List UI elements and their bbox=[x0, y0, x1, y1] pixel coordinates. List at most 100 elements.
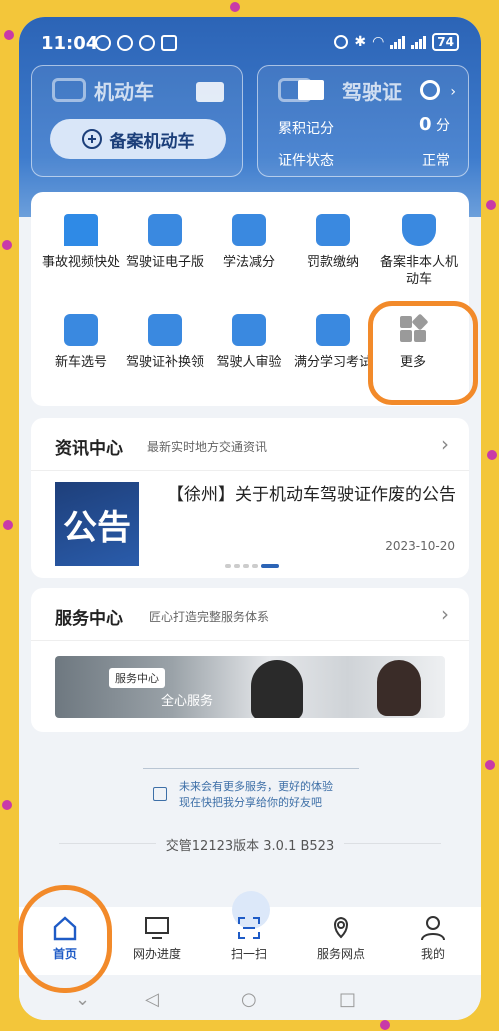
grid-label: 新车选号 bbox=[54, 355, 107, 370]
speed-icon bbox=[117, 35, 133, 51]
services-grid: 事故视频快处 驾驶证电子版 学法减分 罚款缴纳 备案非本人机动车 新车选号 驾驶… bbox=[31, 192, 469, 406]
status-value: 正常 bbox=[422, 153, 450, 169]
decor-dot bbox=[485, 760, 495, 770]
tab-mine[interactable]: 我的 bbox=[387, 915, 479, 962]
grid-item-new-plate[interactable]: 新车选号 bbox=[39, 314, 123, 371]
signal-icon bbox=[411, 35, 427, 49]
banner-text: 全心服务 bbox=[161, 694, 214, 709]
news-center-title: 资讯中心 bbox=[55, 439, 123, 459]
back-icon[interactable]: ◁ bbox=[145, 989, 159, 1010]
decor-dot bbox=[380, 1020, 390, 1030]
license-card[interactable]: 驾驶证 › 累积记分 0 分 证件状态 正常 bbox=[257, 65, 469, 177]
grid-label: 学法减分 bbox=[222, 255, 275, 270]
service-center-card: 服务中心 匠心打造完整服务体系 › 服务中心 全心服务 bbox=[31, 588, 469, 732]
grid-item-full-score-study[interactable]: 满分学习考试 bbox=[291, 314, 375, 371]
notice-thumbnail[interactable]: 公告 bbox=[55, 482, 139, 566]
tab-label: 首页 bbox=[52, 947, 77, 961]
plus-circle-icon bbox=[81, 129, 102, 149]
decor-dot bbox=[2, 240, 12, 250]
user-icon bbox=[419, 915, 447, 941]
grid-label: 驾驶证电子版 bbox=[125, 255, 204, 270]
points-value: 0 bbox=[419, 114, 432, 135]
divider bbox=[31, 470, 469, 471]
grid-item-fine-payment[interactable]: 罚款缴纳 bbox=[291, 214, 375, 271]
phone-screen: 11:04 ✱ ◠ 74 机动车 备案机动车 驾驶证 › 累积记分 0 分 证件… bbox=[19, 17, 481, 1020]
bottom-tab-bar: 首页 网办进度 扫一扫 服务网点 我的 bbox=[19, 891, 481, 975]
bluetooth-icon: ✱ bbox=[354, 34, 367, 50]
vehicle-card[interactable]: 机动车 备案机动车 bbox=[31, 65, 243, 177]
status-right-icons: ✱ ◠ 74 bbox=[334, 33, 459, 51]
search-icon[interactable] bbox=[420, 80, 440, 100]
service-more-chevron-icon[interactable]: › bbox=[441, 602, 449, 626]
footer-note-line: 现在快把我分享给你的好友吧 bbox=[179, 796, 322, 809]
agent-photo bbox=[377, 660, 421, 716]
news-center-subtitle: 最新实时地方交通资讯 bbox=[147, 440, 268, 454]
divider bbox=[31, 640, 469, 641]
siren-icon bbox=[64, 214, 98, 246]
chevron-right-icon: › bbox=[450, 84, 456, 100]
receipt-icon bbox=[316, 214, 350, 246]
tab-service-points[interactable]: 服务网点 bbox=[295, 915, 387, 962]
wifi-icon: ◠ bbox=[372, 34, 385, 50]
grid-label: 更多 bbox=[399, 355, 426, 370]
carousel-pager bbox=[225, 564, 279, 568]
tab-home[interactable]: 首页 bbox=[19, 915, 111, 962]
license-card-title: 驾驶证 bbox=[342, 80, 402, 104]
book-icon bbox=[232, 214, 266, 246]
news-headline[interactable]: 【徐州】关于机动车驾驶证作废的公告 bbox=[167, 484, 457, 507]
grid-item-e-license[interactable]: 驾驶证电子版 bbox=[123, 214, 207, 271]
recents-icon[interactable]: □ bbox=[339, 989, 356, 1010]
eye-icon bbox=[139, 35, 155, 51]
news-center-card: 资讯中心 最新实时地方交通资讯 › 公告 【徐州】关于机动车驾驶证作废的公告 2… bbox=[31, 418, 469, 578]
agent-photo bbox=[251, 660, 303, 718]
home-icon bbox=[51, 915, 79, 941]
service-center-subtitle: 匠心打造完整服务体系 bbox=[149, 610, 270, 624]
register-vehicle-label: 备案机动车 bbox=[109, 131, 195, 152]
decor-dot bbox=[3, 520, 13, 530]
envelope-icon bbox=[298, 80, 324, 100]
tab-progress[interactable]: 网办进度 bbox=[111, 915, 203, 962]
register-vehicle-button[interactable]: 备案机动车 bbox=[50, 119, 226, 159]
grid-item-study-reduce[interactable]: 学法减分 bbox=[207, 214, 291, 271]
share-icon[interactable] bbox=[153, 787, 167, 801]
e-license-icon bbox=[148, 214, 182, 246]
alarm-icon bbox=[334, 35, 349, 49]
scan-icon bbox=[235, 915, 263, 941]
grid-item-more[interactable]: 更多 bbox=[371, 313, 455, 371]
footer-note-line: 未来会有更多服务，更好的体验 bbox=[179, 780, 333, 793]
signal-icon bbox=[390, 35, 406, 49]
status-label: 证件状态 bbox=[278, 153, 334, 169]
grid-item-license-renew[interactable]: 驾驶证补换领 bbox=[123, 314, 207, 371]
news-date: 2023-10-20 bbox=[385, 539, 455, 553]
grid-label: 驾驶人审验 bbox=[216, 355, 282, 370]
nfc-icon bbox=[161, 35, 177, 51]
tab-label: 服务网点 bbox=[316, 947, 365, 961]
status-time: 11:04 bbox=[41, 33, 99, 54]
grid-label: 驾驶证补换领 bbox=[125, 355, 204, 370]
grid-item-accident-video[interactable]: 事故视频快处 bbox=[39, 214, 123, 271]
system-nav-bar: ⌄ ◁ ○ □ bbox=[19, 975, 481, 1020]
decor-dot bbox=[2, 800, 12, 810]
decor-dot bbox=[4, 30, 14, 40]
home-circle-icon[interactable]: ○ bbox=[241, 989, 257, 1010]
license-renew-icon bbox=[148, 314, 182, 346]
car-icon bbox=[52, 78, 86, 102]
footer-note: 未来会有更多服务，更好的体验 现在快把我分享给你的好友吧 bbox=[179, 779, 333, 811]
status-bar: 11:04 ✱ ◠ 74 bbox=[19, 17, 481, 61]
decor-dot bbox=[486, 200, 496, 210]
tab-scan[interactable]: 扫一扫 bbox=[203, 915, 295, 962]
service-banner[interactable]: 服务中心 全心服务 bbox=[55, 656, 445, 718]
chevron-down-icon[interactable]: ⌄ bbox=[75, 989, 90, 1010]
version-text-row: 交管12123版本 3.0.1 B523 bbox=[19, 835, 481, 854]
tab-label: 我的 bbox=[420, 947, 445, 961]
new-plate-icon bbox=[64, 314, 98, 346]
grid-item-other-vehicle[interactable]: 备案非本人机动车 bbox=[377, 214, 461, 288]
points-label: 累积记分 bbox=[278, 121, 334, 137]
points-value-group: 0 分 bbox=[419, 114, 450, 135]
banner-tag: 服务中心 bbox=[109, 668, 165, 688]
version-text: 交管12123版本 3.0.1 B523 bbox=[155, 839, 345, 854]
news-more-chevron-icon[interactable]: › bbox=[441, 432, 449, 456]
grid-label: 备案非本人机动车 bbox=[379, 255, 458, 287]
grid-item-driver-review[interactable]: 驾驶人审验 bbox=[207, 314, 291, 371]
decor-dot bbox=[487, 450, 497, 460]
